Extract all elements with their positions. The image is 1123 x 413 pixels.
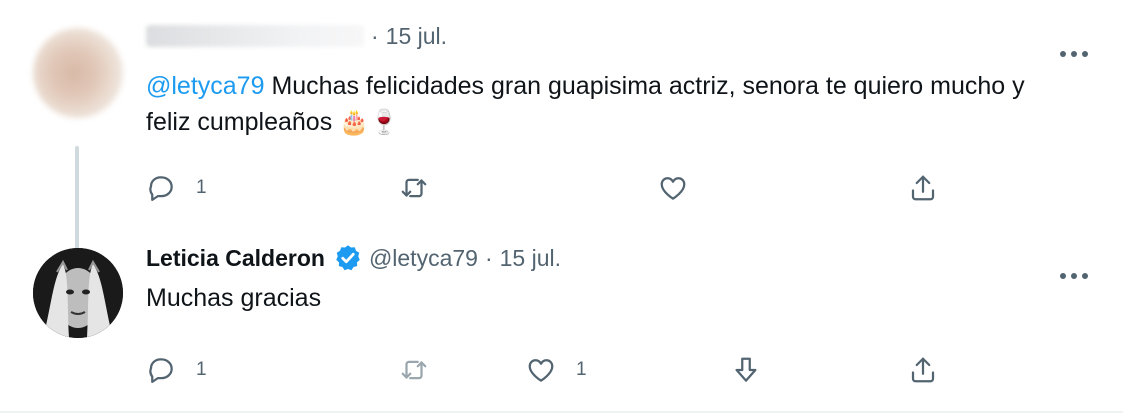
- heart-icon: [660, 177, 686, 200]
- reply-count: 1: [196, 177, 207, 198]
- share-button[interactable]: [908, 170, 938, 206]
- tweet-thread: · 15 jul. @letyca79 Muchas felicidades g…: [0, 0, 1123, 413]
- download-button[interactable]: [731, 352, 761, 388]
- separator-dot: ·: [371, 22, 379, 49]
- verified-badge-icon: [336, 245, 360, 271]
- tweet-content: Leticia Calderon @letyca79 · 15 jul. Muc…: [146, 240, 1083, 316]
- tweet-date[interactable]: 15 jul.: [386, 23, 447, 50]
- retweet-button[interactable]: [399, 170, 429, 206]
- author-handle[interactable]: @letyca79: [369, 245, 478, 272]
- reply-button[interactable]: 1: [146, 352, 207, 388]
- share-icon: [911, 357, 935, 383]
- cake-wine-emoji: 🎂🍷: [339, 109, 399, 136]
- author-name-blurred[interactable]: [146, 25, 364, 47]
- reply-bubble-icon: [149, 358, 173, 383]
- reply-count: 1: [196, 359, 207, 380]
- avatar[interactable]: [33, 248, 123, 338]
- retweet-button[interactable]: [399, 352, 429, 388]
- heart-icon: [528, 359, 554, 382]
- tweet-body: Muchas felicidades gran guapisima actriz…: [146, 72, 1025, 136]
- reply-bubble-icon: [149, 176, 173, 201]
- tweet-header: Leticia Calderon @letyca79 · 15 jul.: [146, 240, 1083, 276]
- separator-dot: ·: [484, 244, 493, 271]
- like-button[interactable]: 1: [526, 352, 587, 388]
- share-icon: [911, 175, 935, 201]
- retweet-icon: [401, 360, 427, 380]
- author-name[interactable]: Leticia Calderon: [146, 245, 325, 272]
- retweet-icon: [401, 178, 427, 198]
- tweet-text: @letyca79 Muchas felicidades gran guapis…: [146, 68, 1046, 141]
- thread-connector-line: [75, 146, 79, 252]
- mention-link[interactable]: @letyca79: [146, 72, 265, 100]
- like-count: 1: [576, 359, 587, 380]
- share-button[interactable]: [908, 352, 938, 388]
- more-horizontal-icon[interactable]: [1059, 270, 1089, 282]
- avatar-blurred[interactable]: [33, 28, 123, 118]
- download-arrow-icon: [735, 357, 757, 382]
- reply-button[interactable]: 1: [146, 170, 207, 206]
- tweet-response[interactable]: Leticia Calderon @letyca79 · 15 jul. Muc…: [0, 240, 1123, 410]
- tweet-actions: 1: [146, 170, 966, 206]
- tweet-header: · 15 jul.: [146, 18, 1083, 54]
- tweet-reply[interactable]: · 15 jul. @letyca79 Muchas felicidades g…: [0, 18, 1123, 252]
- tweet-text: Muchas gracias: [146, 284, 322, 312]
- tweet-actions: 1 1: [146, 352, 966, 388]
- like-button[interactable]: [658, 170, 688, 206]
- tweet-date[interactable]: 15 jul.: [500, 245, 561, 272]
- more-horizontal-icon[interactable]: [1059, 48, 1089, 60]
- tweet-content: · 15 jul. @letyca79 Muchas felicidades g…: [146, 18, 1083, 141]
- author-photo: [33, 248, 123, 338]
